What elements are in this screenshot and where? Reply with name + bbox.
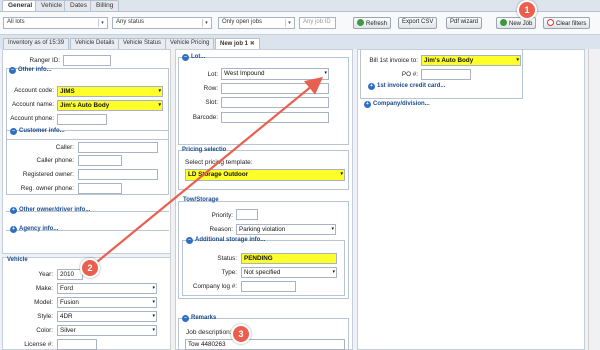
callout-1: 1 [517, 0, 537, 20]
annotation-arrow [91, 76, 324, 267]
callout-2: 2 [80, 258, 100, 278]
callout-3: 3 [231, 324, 251, 344]
